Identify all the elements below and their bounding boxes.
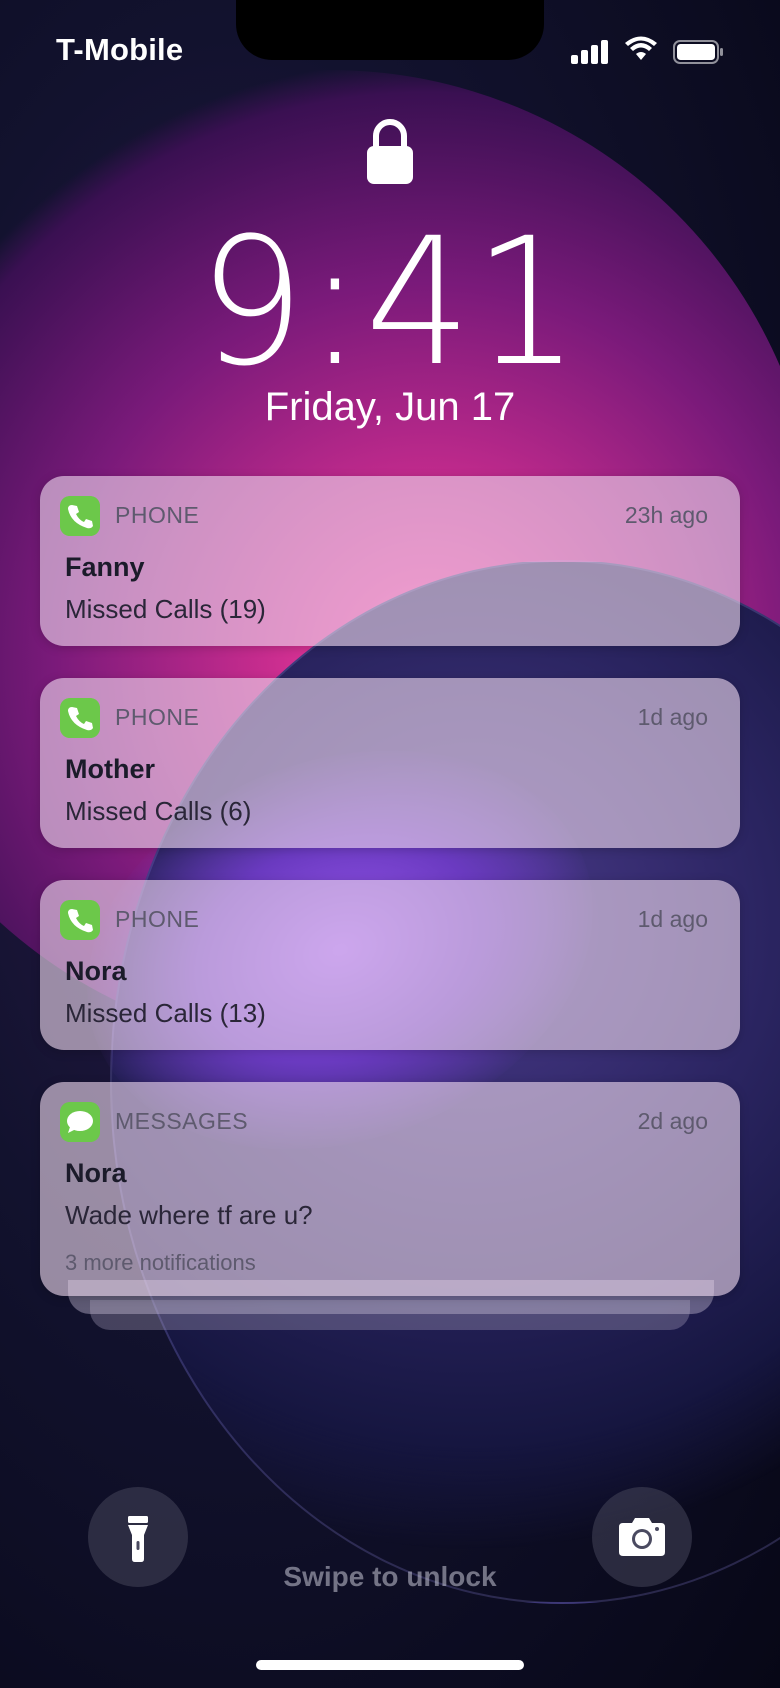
notification-card[interactable]: PHONE 1d ago Mother Missed Calls (6): [40, 678, 740, 848]
status-bar: T-Mobile: [0, 0, 780, 100]
phone-app-icon: [60, 900, 100, 940]
notification-time: 1d ago: [637, 704, 708, 730]
phone-app-icon: [60, 698, 100, 738]
more-notifications-label[interactable]: 3 more notifications: [65, 1250, 256, 1276]
home-indicator[interactable]: [256, 1660, 524, 1670]
signal-icon: [571, 40, 609, 64]
notification-app-name: PHONE: [115, 704, 200, 730]
notification-body: Wade where tf are u?: [65, 1200, 313, 1230]
notification-title: Fanny: [65, 552, 145, 582]
notification-time: 2d ago: [637, 1108, 708, 1134]
notification-time: 23h ago: [624, 502, 708, 528]
messages-app-icon: [60, 1102, 100, 1142]
notification-body: Missed Calls (13): [65, 998, 266, 1028]
notification-body: Missed Calls (6): [65, 796, 252, 826]
notification-group-card[interactable]: MESSAGES 2d ago Nora Wade where tf are u…: [40, 1082, 740, 1296]
notification-card[interactable]: PHONE 1d ago Nora Missed Calls (13): [40, 880, 740, 1050]
lock-icon: [367, 119, 413, 184]
battery-icon: [673, 40, 723, 64]
notification-app-name: PHONE: [115, 906, 200, 932]
notification-time: 1d ago: [637, 906, 708, 932]
notification-title: Nora: [65, 1158, 127, 1188]
notification-app-name: MESSAGES: [115, 1108, 249, 1134]
wifi-icon: [625, 36, 657, 60]
carrier-name: T-Mobile: [56, 32, 184, 67]
notification-title: Nora: [65, 956, 127, 986]
swipe-to-unlock-label: Swipe to unlock: [283, 1561, 497, 1592]
phone-app-icon: [60, 496, 100, 536]
lock-screen-time: 9:41: [198, 200, 582, 405]
notification-card[interactable]: PHONE 23h ago Fanny Missed Calls (19): [40, 476, 740, 646]
notification-app-name: PHONE: [115, 502, 200, 528]
notification-title: Mother: [65, 754, 155, 784]
lock-screen-date: Friday, Jun 17: [264, 385, 516, 429]
notification-body: Missed Calls (19): [65, 594, 266, 624]
